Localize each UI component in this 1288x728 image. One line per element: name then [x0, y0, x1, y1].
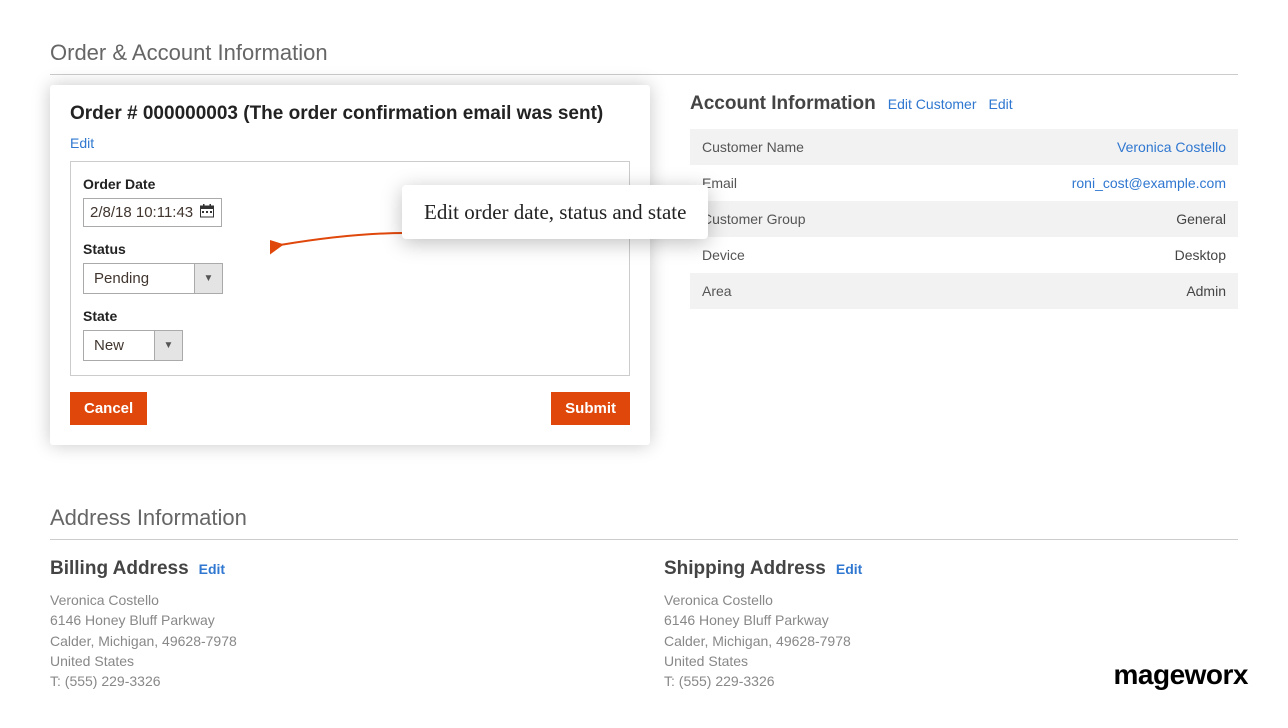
- table-row: DeviceDesktop: [690, 237, 1238, 273]
- account-info-table: Customer NameVeronica Costello Emailroni…: [690, 129, 1238, 309]
- customer-name-label: Customer Name: [690, 129, 918, 165]
- cancel-button[interactable]: Cancel: [70, 392, 147, 425]
- section-title-order-account: Order & Account Information: [50, 40, 1238, 75]
- order-panel: Order # 000000003 (The order confirmatio…: [50, 85, 650, 445]
- chevron-down-icon: ▼: [154, 331, 182, 360]
- state-value: New: [84, 331, 154, 360]
- edit-customer-link[interactable]: Edit Customer: [888, 96, 977, 112]
- edit-shipping-link[interactable]: Edit: [836, 561, 862, 577]
- billing-address-body: Veronica Costello 6146 Honey Bluff Parkw…: [50, 590, 624, 691]
- order-date-value: 2/8/18 10:11:43: [90, 204, 193, 221]
- order-title: Order # 000000003 (The order confirmatio…: [70, 103, 603, 125]
- customer-group-label: Customer Group: [690, 201, 918, 237]
- shipping-address-title: Shipping Address: [664, 558, 826, 580]
- account-info-title: Account Information: [690, 93, 876, 115]
- customer-name-link[interactable]: Veronica Costello: [918, 129, 1238, 165]
- brand-logo: mageworx: [1114, 659, 1249, 691]
- section-title-address: Address Information: [50, 505, 1238, 540]
- table-row: Customer GroupGeneral: [690, 201, 1238, 237]
- device-label: Device: [690, 237, 918, 273]
- edit-billing-link[interactable]: Edit: [199, 561, 225, 577]
- submit-button[interactable]: Submit: [551, 392, 630, 425]
- email-label: Email: [690, 165, 918, 201]
- billing-address-title: Billing Address: [50, 558, 189, 580]
- state-select[interactable]: New ▼: [83, 330, 183, 361]
- chevron-down-icon: ▼: [194, 264, 222, 293]
- callout-tooltip: Edit order date, status and state: [402, 185, 708, 239]
- order-date-input[interactable]: 2/8/18 10:11:43: [83, 198, 222, 227]
- table-row: Emailroni_cost@example.com: [690, 165, 1238, 201]
- callout-arrow-icon: [270, 225, 410, 265]
- table-row: AreaAdmin: [690, 273, 1238, 309]
- status-select[interactable]: Pending ▼: [83, 263, 223, 294]
- area-value: Admin: [918, 273, 1238, 309]
- edit-order-link[interactable]: Edit: [70, 135, 94, 151]
- status-value: Pending: [84, 264, 194, 293]
- state-label: State: [83, 308, 617, 324]
- email-link[interactable]: roni_cost@example.com: [918, 165, 1238, 201]
- area-label: Area: [690, 273, 918, 309]
- customer-group-value: General: [918, 201, 1238, 237]
- table-row: Customer NameVeronica Costello: [690, 129, 1238, 165]
- device-value: Desktop: [918, 237, 1238, 273]
- edit-account-link[interactable]: Edit: [988, 96, 1012, 112]
- calendar-icon[interactable]: [199, 203, 215, 222]
